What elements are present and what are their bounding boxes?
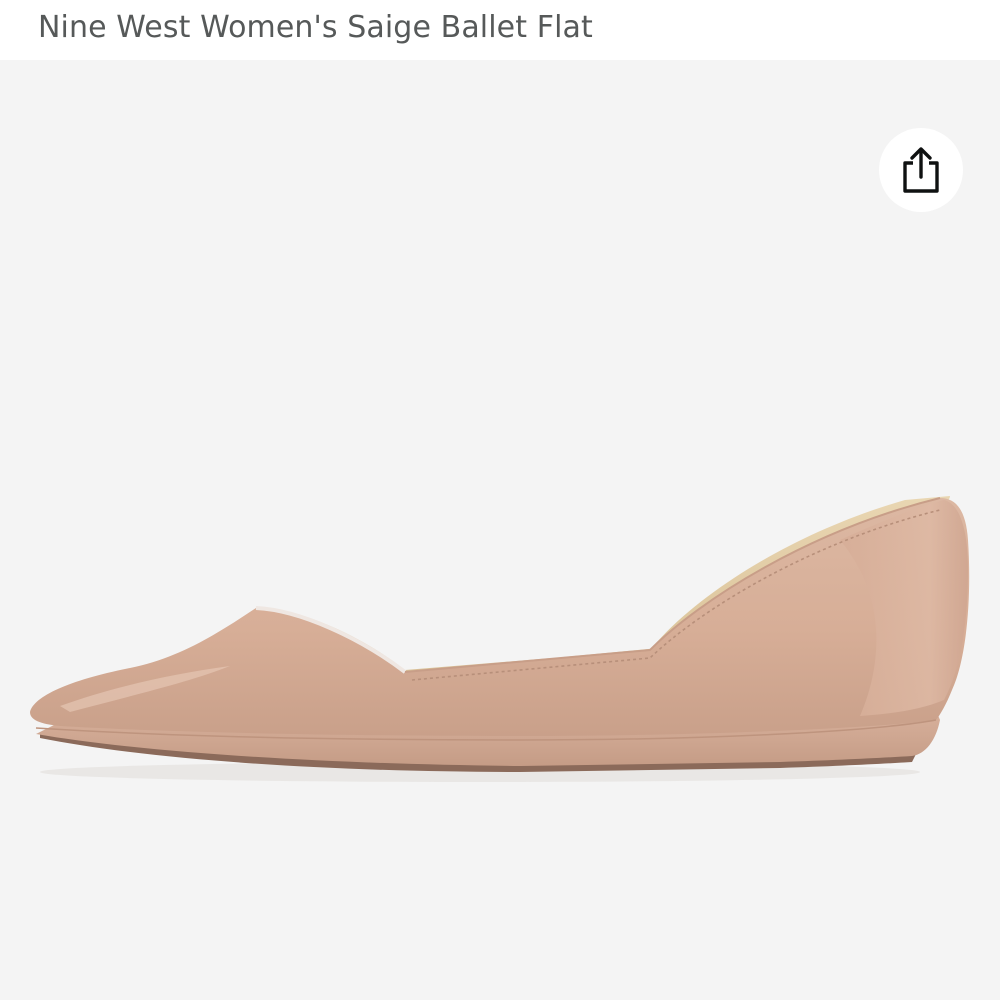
product-photo[interactable] bbox=[0, 60, 1000, 1000]
share-icon bbox=[903, 147, 939, 193]
share-button[interactable] bbox=[879, 128, 963, 212]
product-page: Nine West Women's Saige Ballet Flat bbox=[0, 0, 1000, 1000]
title-bar: Nine West Women's Saige Ballet Flat bbox=[0, 0, 1000, 60]
product-title: Nine West Women's Saige Ballet Flat bbox=[38, 10, 593, 45]
product-image-gallery[interactable] bbox=[0, 60, 1000, 1000]
